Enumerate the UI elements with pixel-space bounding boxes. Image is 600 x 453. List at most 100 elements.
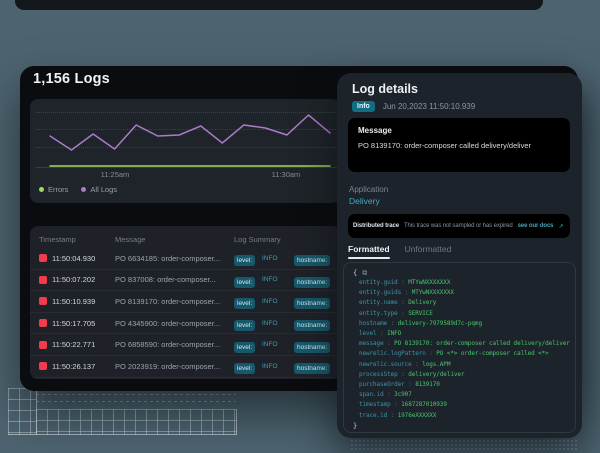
table-row[interactable]: 11:50:10.939 PO 8139170: order-composer.… [30,291,340,313]
json-separator: : [387,319,398,327]
decorative-dashes [36,401,236,402]
json-separator: : [411,360,423,368]
trace-docs-link[interactable]: see our docs [518,223,554,229]
level-badge: level: [234,255,256,267]
json-field: processStep : delivery/deliver [359,370,566,380]
json-key: newrelic.source [359,360,412,368]
json-field: level : INFO [359,329,566,339]
cell-message: PO 6858590: order-composer... [115,340,221,350]
json-separator: : [397,279,409,286]
cell-level: level: [234,357,262,375]
cell-severity [39,357,52,375]
json-key: timestamp [359,401,391,409]
legend-label: Errors [48,185,69,194]
desktop-background: 1,156 Logs 11:25am 11:30am Errors All Lo… [0,0,600,453]
cell-severity [39,249,52,267]
json-field: trace.id : 1976eXXXXXX [359,411,566,421]
trace-label: Distributed trace [353,223,399,229]
hostname-badge: hostname: [294,276,331,288]
level-value: INFO [262,341,278,349]
cell-hostname: hostname: [294,271,340,289]
cell-severity [39,271,52,289]
tab-formatted[interactable]: Formatted [348,244,390,259]
format-tabs: Formatted Unformatted [348,244,451,259]
chart-legend: Errors All Logs [39,185,117,194]
details-meta-row: Info Jun 20,2023 11:50:10.939 [352,101,475,112]
json-value: 3c907 [394,391,412,399]
error-severity-icon [39,254,47,263]
message-label: Message [358,126,392,135]
hostname-badge: hostname: [294,320,331,332]
cell-level: level: [234,271,262,289]
json-separator: : [383,340,395,348]
json-field: entity.guid : MTYwNXXXXXXX [359,278,566,288]
cell-hostname: hostname: [294,249,340,267]
hostname-badge: hostname: [294,255,331,267]
x-axis-tick: 11:30am [271,170,301,179]
table-row[interactable]: 11:50:26.137 PO 2023919: order-composer.… [30,356,340,378]
json-value: INFO [387,330,402,338]
logs-table-card: Timestamp Message Log Summary 11:50:04.9… [30,226,340,379]
formatted-json-box: { ⧉ entity.guid : MTYwNXXXXXXX entity.gui… [343,262,576,433]
table-row[interactable]: 11:50:17.705 PO 4345900: order-composer.… [30,313,340,335]
json-field: hostname : delivery-7979589d7c-pqmg [359,319,566,329]
copy-icon[interactable]: ⧉ [362,269,367,277]
hostname-badge: hostname: [294,363,331,375]
application-link[interactable]: Delivery [349,196,380,206]
logs-chart-card: 11:25am 11:30am Errors All Logs [30,99,340,203]
json-close-brace: } [353,421,358,430]
level-badge: level: [234,276,256,288]
cell-timestamp: 11:50:07.202 [52,275,96,285]
legend-item[interactable]: Errors [39,185,68,194]
json-field: timestamp : 1687287010939 [359,400,566,410]
cell-severity [39,336,52,354]
json-key: entity.name [359,299,398,307]
json-separator: : [404,381,416,389]
json-fields: entity.guid : MTYwNXXXXXXX entity.guids … [353,278,570,421]
legend-color-dot [81,187,87,192]
background-window-bar [15,0,543,10]
external-link-icon: ↗ [558,223,564,230]
column-header-timestamp[interactable]: Timestamp [39,235,115,244]
json-field: newrelic.source : logs.APM [359,360,566,370]
distributed-trace-box: Distributed trace This trace was not sam… [348,214,570,238]
cell-message: PO 837008: order-composer... [115,275,216,285]
json-key: entity.type [359,309,398,317]
json-key: trace.id [359,411,388,419]
application-label: Application [349,185,389,194]
json-key: entity.guids [359,289,402,297]
table-row[interactable]: 11:50:04.930 PO 6634185: order-composer.… [30,248,340,270]
json-field: entity.guids : MTYwNXXXXXXX [359,288,566,298]
column-header-message[interactable]: Message [115,235,234,244]
cell-hostname: hostname: [294,336,340,354]
decorative-dots [350,439,578,451]
table-row[interactable]: 11:50:22.771 PO 6858590: order-composer.… [30,334,340,356]
legend-item[interactable]: All Logs [81,185,117,194]
level-value: INFO [262,254,278,262]
cell-severity [39,292,52,310]
json-field: purchaseOrder : 8139170 [359,380,566,390]
json-key: hostname [359,319,388,327]
cell-message: PO 8139170: order-composer... [115,296,221,306]
json-value: 1976eXXXXXX [397,411,437,419]
details-title: Log details [352,82,418,96]
table-header: Timestamp Message Log Summary [30,226,340,248]
cell-timestamp: 11:50:17.705 [52,318,96,328]
cell-level: level: [234,249,262,267]
json-value: MTYwNXXXXXXX [411,289,454,297]
column-header-log-summary[interactable]: Log Summary [234,235,340,244]
json-separator: : [376,330,388,338]
x-axis-tick: 11:25am [100,170,130,179]
level-badge: level: [234,363,256,375]
log-details-panel: Log details Info Jun 20,2023 11:50:10.93… [337,73,582,438]
tab-unformatted[interactable]: Unformatted [405,244,452,259]
level-value: INFO [262,297,278,305]
open-brace: { [353,269,358,277]
table-row[interactable]: 11:50:07.202 PO 837008: order-composer..… [30,270,340,292]
hostname-badge: hostname: [294,298,331,310]
json-key: purchaseOrder [359,381,405,389]
json-value: 1687287010939 [401,401,447,409]
json-key: level [359,330,377,338]
json-value: MTYwNXXXXXXX [408,279,451,286]
cell-hostname: hostname: [294,314,340,332]
